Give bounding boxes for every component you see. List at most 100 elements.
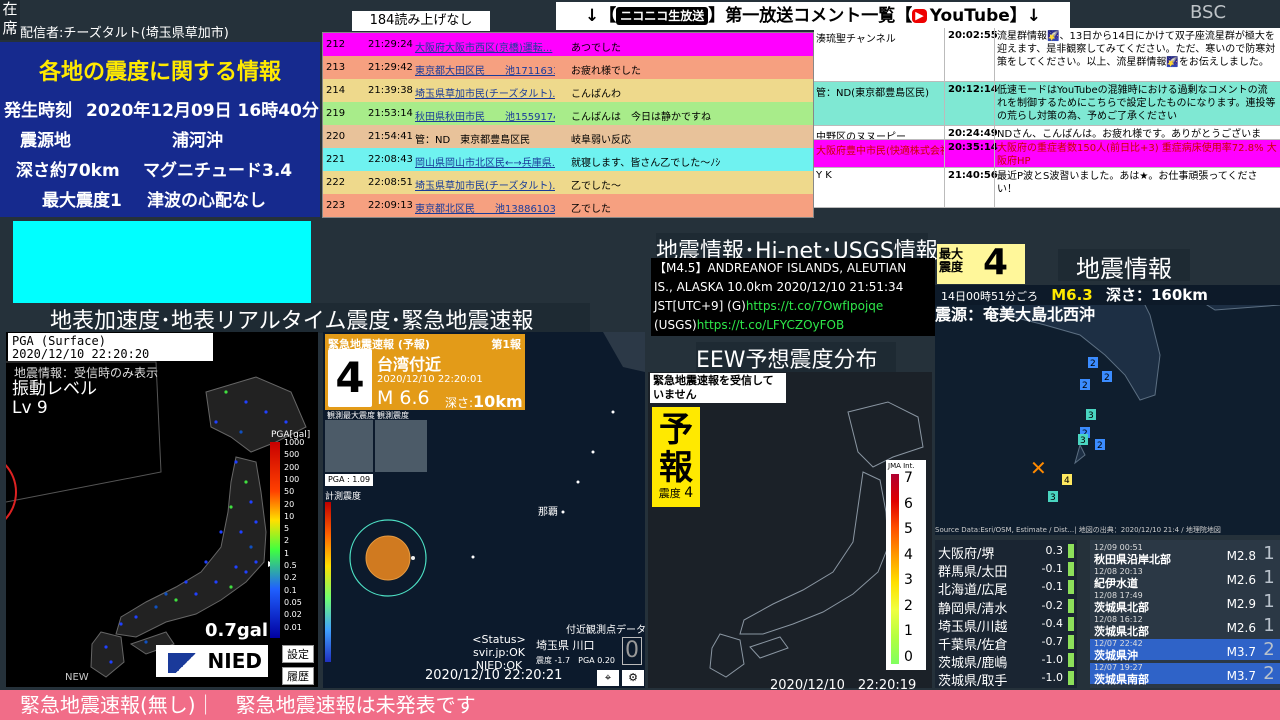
yt-comment-time: 20:35:14 [948,142,998,153]
comment-user[interactable]: 岡山県岡山市北区民←→兵庫県... [415,154,555,169]
eew-intensity: 4 [328,349,372,407]
intensity-point: 3 [1048,491,1058,503]
comment-row[interactable]: 214 21:39:38 埼玉県草加市民(チーズタルト)... こんばんわ [323,79,813,102]
yt-comment-text: NDさん、こんばんは。お疲れ様です。ありがとうございます。 [997,129,1262,140]
hinet-link-2[interactable]: https://t.co/LFYCZOyFOB [697,318,845,332]
history-row[interactable]: 12/07 19:27 茨城県南部 M3.7 2 [1090,663,1280,686]
station-value: -0.1 [1041,580,1063,594]
comment-row[interactable]: 213 21:29:42 東京都大田区民 池17116332 お疲れ様でした [323,56,813,79]
column-divider [944,28,945,208]
quake-history-list[interactable]: 12/09 00:51 秋田県沿岸北部 M2.8 1 12/08 20:13 紀伊水道 M2… [1090,540,1280,688]
tsunami-value: 津波の心配なし [147,191,266,211]
gear-icon[interactable]: ⚙ [622,670,644,686]
yt-comment-row[interactable]: 大阪府豊中市民(快適株式会社) 20:35:14 大阪府の重症者数150人(前日比+… [814,140,1280,168]
station-level-bar [1068,635,1074,649]
intensity-point-label: 2 [1097,441,1103,451]
station-level-bar [1068,544,1074,558]
pga-legend-tick: 0.01 [284,622,302,632]
gal-value: 0.7gal [205,620,269,641]
comment-text: あつでした [571,43,621,54]
comment-user[interactable]: 大阪府大阪市西区(京橋)運転... [415,39,555,54]
shindo-value: Lv 9 [12,398,48,418]
yt-comment-row[interactable]: 中野区のヌヌーピー 20:24:49 NDさん、こんばんは。お疲れ様です。ありがとう… [814,126,1280,140]
intensity-point: 4 [1062,474,1072,486]
eew-pga: PGA : 1.09 [325,474,373,486]
comment-text: 岐阜弱い反応 [571,135,631,146]
comment-user[interactable]: 東京都大田区民 池17116332 [415,62,555,77]
quake-summary-line: 14日00時51分ごろ M6.3 深さ：160km [935,285,1280,305]
history-intensity: 1 [1263,615,1275,636]
pga-legend-tick: 0.2 [284,573,297,583]
comment-tab-184[interactable]: 184読み上げなし [352,11,490,31]
jma-scale-tick: 2 [904,597,913,614]
yt-comment-row[interactable]: 湊琉聖チャンネル 20:02:55 流星群情報🌠、13日から14日にかけて双子座流星… [814,28,1280,82]
youtube-play-icon: ▶ [912,9,927,23]
comment-user[interactable]: 東京都北区民 池13886103 [415,200,555,215]
hinet-line3-prefix: JST[UTC+9] (G) [654,299,746,313]
quake-epicenter-right: 震源：奄美大島北西沖 [935,305,1096,324]
shindo-level: 振動レベル Lv 9 [12,380,97,418]
history-row[interactable]: 12/07 22:42 茨城県沖 M3.7 2 [1090,639,1280,662]
comment-list-184[interactable]: 212 21:29:24 大阪府大阪市西区(京橋)運転... あつでした 213 21:2… [322,32,814,218]
comment-text: 就寝します、皆さん乙でした～ﾉｼ [571,158,721,169]
station-name: 埼玉県/川越 [938,619,1008,635]
comment-no: 220 [326,131,346,142]
comment-row[interactable]: 220 21:54:41 管：ND 東京都豊島区民 岐阜弱い反応 [323,125,813,148]
comment-row[interactable]: 222 22:08:51 埼玉県草加市民(チーズタルト)... 乙でした～ [323,171,813,194]
comment-time: 21:53:14 [368,108,413,119]
intensity-point-label: 2 [1090,359,1096,369]
map-copyright: Source Data:Esri/OSM, Estimate / Dist...… [935,526,1221,534]
youtube-comment-list[interactable]: Y K 21:40:56 最近P波とS波習いました。あは★。お仕事頑張ってください！… [814,28,1280,208]
history-row[interactable]: 12/09 00:51 秋田県沿岸北部 M2.8 1 [1090,543,1280,566]
pga-legend-tick: 0.5 [284,561,297,570]
jma-scale-tick: 6 [904,495,913,512]
hinet-link-1[interactable]: https://t.co/7OwfIpojqe [746,299,883,313]
max-intensity-badge: 最大震度 4 [937,242,1025,284]
quake-info-section-title: 地震情報 [1058,249,1190,283]
nied-logo-icon [167,652,204,673]
comment-no: 221 [326,154,346,165]
yt-comment-text: 最近P波とS波習いました。あは★。お仕事頑張ってください！ [997,171,1258,195]
comment-row[interactable]: 219 21:53:14 秋田県秋田市民 池15591745 こんばんは 今日は静かで… [323,102,813,125]
obs-values: 震度 -1.7 PGA 0.20 [536,656,616,665]
jma-scale-ticks: 7 6 5 4 3 2 1 0 [904,470,924,666]
comment-user[interactable]: 管：ND 東京都豊島区民 [415,131,555,146]
comment-user[interactable]: 秋田県秋田市民 池15591745 [415,108,555,123]
history-button[interactable]: 履歴 [282,667,314,685]
station-row: 北海道/広尾 -0.1 [935,578,1077,599]
history-row[interactable]: 12/08 16:12 茨城県北部 M2.6 1 [1090,615,1280,638]
target-icon[interactable]: ⌖ [597,670,619,686]
jma-intensity-scale: JMA Int. 7 6 5 4 3 2 1 0 [886,460,926,670]
station-name: 群馬県/太田 [938,565,1008,581]
station-name: 静岡県/清水 [938,601,1008,617]
jma-scale-tick: 7 [904,470,913,486]
eew-scale-label: 計測震度 [325,492,362,502]
shindo-label: 振動レベル [12,379,97,399]
pga-legend-tick: 500 [284,450,300,460]
jma-scale-title: JMA Int. [888,462,915,470]
yt-comment-row[interactable]: 管：ND(東京都豊島区民) 20:12:14 低速モードはYouTubeの混雑時にお… [814,82,1280,126]
comment-user[interactable]: 埼玉県草加市民(チーズタルト)... [415,85,555,100]
intensity-point: 3 [1086,409,1096,421]
epicenter-label: 震源地 [20,131,71,151]
station-value: -0.1 [1041,562,1063,576]
history-row[interactable]: 12/08 17:49 茨城県北部 M2.9 1 [1090,591,1280,614]
settings-button[interactable]: 設定 [282,645,314,663]
eew-forecast-notice: 緊急地震速報を受信していません [650,373,786,403]
comment-row[interactable]: 221 22:08:43 岡山県岡山市北区民←→兵庫県... 就寝します、皆さん乙でし… [323,148,813,171]
comment-row[interactable]: 223 22:09:13 東京都北区民 池13886103 乙でした [323,194,813,217]
history-row[interactable]: 12/08 20:13 紀伊水道 M2.6 1 [1090,567,1280,590]
first-broadcast-title: ↓【 ニコニコ生放送 】第一放送コメント一覧【 ▶ YouTube】↓ [556,2,1070,30]
seat-badge: 在席 [0,0,20,40]
obs-max-box [325,420,373,472]
comment-user[interactable]: 埼玉県草加市民(チーズタルト)... [415,177,555,192]
history-area: 茨城県北部 [1094,625,1149,638]
comment-row[interactable]: 212 21:29:24 大阪府大阪市西区(京橋)運転... あつでした [323,33,813,56]
station-name: 大阪府/堺 [938,547,995,562]
svg-text:✕: ✕ [1030,456,1047,480]
pga-color-scale-icon [270,442,280,638]
station-name: 北海道/広尾 [938,583,1008,599]
epicenter-value: 浦河沖 [172,131,223,151]
quake-intensity-panel: 各地の震度に関する情報 発生時刻 2020年12月09日 16時40分 震源地 … [0,42,320,217]
yt-comment-row[interactable]: Y K 21:40:56 最近P波とS波習いました。あは★。お仕事頑張ってください！ [814,168,1280,208]
